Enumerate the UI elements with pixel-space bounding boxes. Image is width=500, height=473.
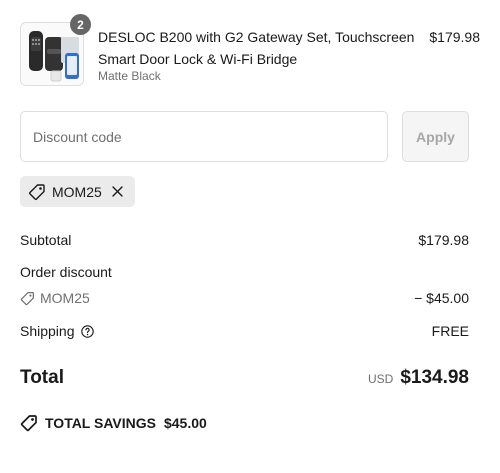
total-label: Total bbox=[20, 367, 64, 388]
tag-icon bbox=[29, 183, 45, 200]
line-item: 2 DESLOC B200 with G2 Gateway Set, Touch… bbox=[20, 14, 480, 88]
applied-discount-chip: MOM25 bbox=[20, 176, 135, 207]
total-amount-group: USD $134.98 bbox=[368, 367, 469, 389]
discount-code-field[interactable] bbox=[20, 111, 388, 162]
help-icon[interactable] bbox=[80, 324, 94, 338]
product-title: DESLOC B200 with G2 Gateway Set, Touchsc… bbox=[98, 29, 415, 67]
discount-value: − $45.00 bbox=[414, 290, 469, 306]
discount-code-name: MOM25 bbox=[40, 290, 90, 306]
currency-code: USD bbox=[367, 372, 394, 386]
savings-amount: $45.00 bbox=[163, 415, 207, 431]
total-amount: $134.98 bbox=[400, 367, 469, 388]
product-price: $179.98 bbox=[429, 29, 480, 45]
close-icon bbox=[112, 186, 123, 197]
subtotal-label: Subtotal bbox=[20, 232, 72, 248]
shipping-value: FREE bbox=[431, 323, 469, 339]
discount-code-input[interactable] bbox=[21, 112, 387, 161]
tag-icon bbox=[20, 291, 34, 305]
quantity-badge: 2 bbox=[70, 14, 91, 35]
order-discount-label: Order discount bbox=[20, 264, 112, 280]
savings-tag-icon bbox=[20, 415, 37, 432]
apply-discount-button[interactable]: Apply bbox=[402, 111, 469, 162]
remove-discount-button[interactable] bbox=[111, 185, 125, 199]
applied-code-label: MOM25 bbox=[52, 183, 102, 200]
total-savings: TOTAL SAVINGS $45.00 bbox=[20, 414, 207, 432]
subtotal-value: $179.98 bbox=[418, 232, 469, 248]
shipping-label: Shipping bbox=[20, 323, 75, 339]
savings-label: TOTAL SAVINGS bbox=[45, 415, 156, 431]
product-variant: Matte Black bbox=[98, 69, 161, 83]
